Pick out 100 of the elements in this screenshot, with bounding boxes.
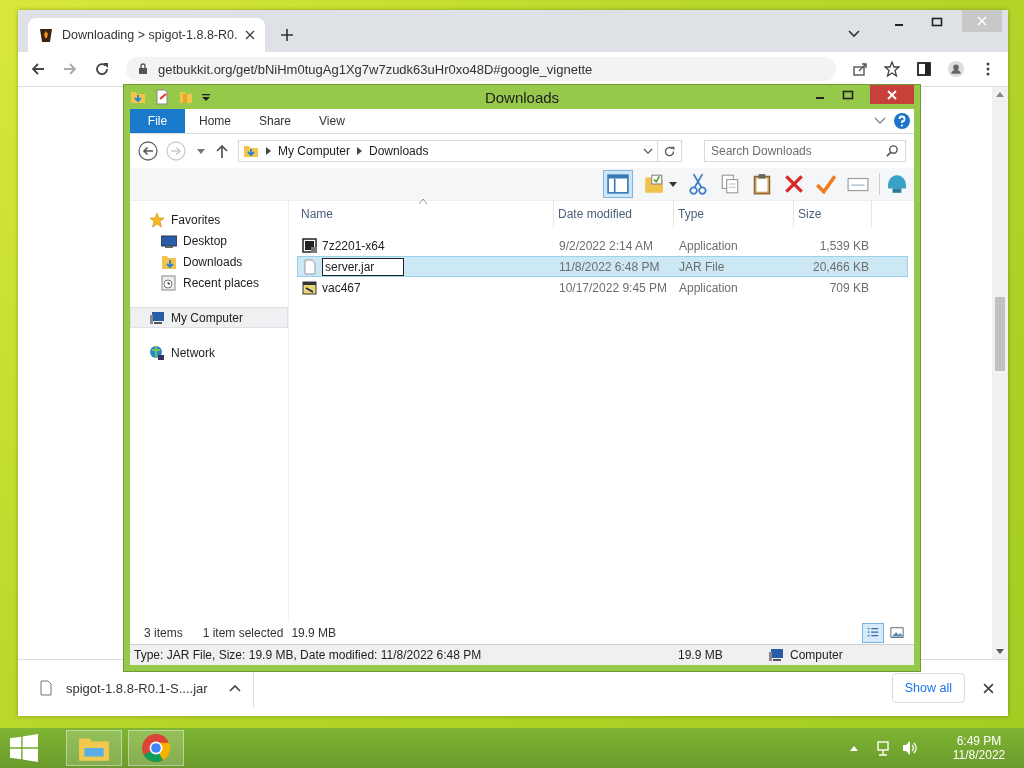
rename-field[interactable]: server.jar	[322, 257, 404, 276]
file-icon	[40, 680, 52, 696]
details-view-button[interactable]	[862, 623, 884, 643]
checkmark-icon[interactable]	[815, 173, 837, 195]
share-icon[interactable]	[852, 61, 868, 77]
windows-logo-icon[interactable]	[10, 734, 38, 762]
nav-item[interactable]: Network	[130, 342, 288, 363]
file-name: vac467	[322, 280, 361, 295]
file-row[interactable]: vac467 10/17/2022 9:45 PM Application 709 KB	[297, 277, 908, 298]
scroll-up-icon[interactable]	[996, 91, 1004, 97]
clipboard-icon[interactable]	[751, 173, 773, 195]
network-icon[interactable]	[876, 740, 892, 756]
folder-icon	[161, 253, 177, 270]
details-location: Computer	[790, 648, 843, 662]
folder-icon[interactable]	[130, 89, 146, 105]
file-name: 7z2201-x64	[322, 238, 385, 253]
folder-check-icon[interactable]	[643, 173, 665, 195]
back-icon[interactable]	[138, 141, 158, 161]
selection-size: 19.9 MB	[291, 626, 337, 640]
reload-icon[interactable]	[94, 61, 110, 77]
computer-icon	[149, 309, 165, 326]
nav-item[interactable]: My Computer	[130, 307, 288, 328]
scroll-down-icon[interactable]	[996, 649, 1004, 655]
side-panel-icon[interactable]	[916, 61, 932, 77]
scroll-thumb[interactable]	[995, 297, 1005, 371]
close-icon[interactable]	[245, 30, 255, 40]
dropdown-icon[interactable]	[202, 93, 210, 101]
size-cell-text: 20,466 KB	[811, 259, 870, 274]
document-icon[interactable]	[154, 89, 170, 105]
column-header[interactable]: Type	[674, 201, 794, 227]
search-field[interactable]: Search Downloads	[704, 140, 906, 162]
new-tab-icon[interactable]	[281, 29, 293, 41]
close-icon	[977, 16, 987, 26]
application-icon	[302, 279, 318, 296]
maximize-icon[interactable]	[931, 16, 943, 28]
browser-tab[interactable]: Downloading > spigot-1.8.8-R0.	[28, 18, 265, 52]
lock-icon	[138, 63, 148, 75]
refresh-button[interactable]	[658, 140, 682, 162]
breadcrumb-item[interactable]: My Computer	[278, 144, 351, 158]
item-count: 3 items	[144, 626, 183, 640]
search-icon[interactable]	[886, 144, 899, 157]
size-cell-text: 1,539 KB	[818, 238, 870, 253]
selection-info: 1 item selected	[202, 626, 284, 640]
file-tab[interactable]: File	[130, 109, 185, 133]
recent-places-icon	[161, 274, 177, 291]
help-icon[interactable]	[894, 113, 910, 129]
breadcrumb-item[interactable]: Downloads	[369, 144, 429, 158]
nav-item[interactable]: Downloads	[130, 251, 288, 272]
date-cell-text: 9/2/2022 2:14 AM	[558, 238, 655, 253]
address-bar[interactable]: getbukkit.org/get/bNiHm0tugAg1Xg7w7zudk63uHr0xo48D#google_vignette	[126, 57, 836, 81]
arrow-icon	[266, 147, 271, 155]
close-button[interactable]	[870, 85, 914, 104]
volume-icon[interactable]	[902, 740, 918, 756]
column-header[interactable]: Date modified	[554, 201, 674, 227]
monitor-icon	[161, 232, 177, 249]
chrome-taskbar-button[interactable]	[128, 730, 184, 766]
nav-item[interactable]: Recent places	[130, 272, 288, 293]
type-cell-text: Application	[678, 280, 739, 295]
scissors-icon[interactable]	[687, 173, 709, 195]
dropdown-icon[interactable]	[669, 181, 677, 187]
file-row[interactable]: server.jar 11/8/2022 6:48 PM JAR File 20,466 KB	[297, 256, 908, 277]
url-text: getbukkit.org/get/bNiHm0tugAg1Xg7w7zudk63uHr0xo48D#google_vignette	[158, 61, 593, 77]
caret-icon[interactable]	[229, 684, 241, 692]
nav-item[interactable]: Desktop	[130, 230, 288, 251]
maximize-icon[interactable]	[842, 89, 854, 101]
details-text: Type: JAR File, Size: 19.9 MB, Date modified: 11/8/2022 6:48 PM	[134, 648, 483, 662]
column-header[interactable]: Name	[297, 201, 554, 227]
show-all-button[interactable]: Show all	[891, 673, 965, 703]
chevron-icon[interactable]	[848, 30, 860, 38]
type-cell-text: JAR File	[678, 259, 726, 274]
window-title: Downloads	[484, 88, 560, 106]
up-arrow-icon[interactable]	[216, 144, 228, 158]
close-icon[interactable]	[983, 682, 994, 694]
folder-icon	[243, 143, 259, 159]
arrow-icon	[357, 147, 363, 155]
delete-icon[interactable]	[783, 173, 805, 195]
type-cell-text: Application	[678, 238, 739, 253]
close-icon	[887, 89, 897, 100]
column-header[interactable]: Size	[794, 201, 872, 227]
address-field[interactable]: My Computer Downloads	[238, 140, 658, 162]
star-icon	[149, 211, 165, 228]
back-icon[interactable]	[30, 61, 46, 77]
star-icon[interactable]	[884, 61, 900, 77]
bucket-icon	[38, 27, 54, 43]
network-icon	[149, 344, 165, 361]
preview-pane-button[interactable]	[603, 170, 633, 198]
clock-date: 11/8/2022	[952, 748, 1006, 762]
size-cell-text: 709 KB	[828, 280, 870, 295]
copy-icon[interactable]	[719, 173, 741, 195]
details-size: 19.9 MB	[678, 648, 724, 662]
image-icon	[890, 626, 904, 640]
chevron-icon[interactable]	[643, 147, 653, 155]
date-cell-text: 11/8/2022 6:48 PM	[558, 259, 661, 274]
browser-logo-icon	[141, 733, 171, 763]
file-row[interactable]: 7z2201-x64 9/2/2022 2:14 AM Application 1,539 KB	[297, 235, 908, 256]
refresh-icon	[663, 144, 676, 158]
computer-icon	[768, 647, 784, 663]
profile-icon[interactable]	[948, 61, 964, 77]
shell-icon[interactable]	[879, 173, 908, 195]
nav-item[interactable]: Favorites	[130, 209, 288, 230]
